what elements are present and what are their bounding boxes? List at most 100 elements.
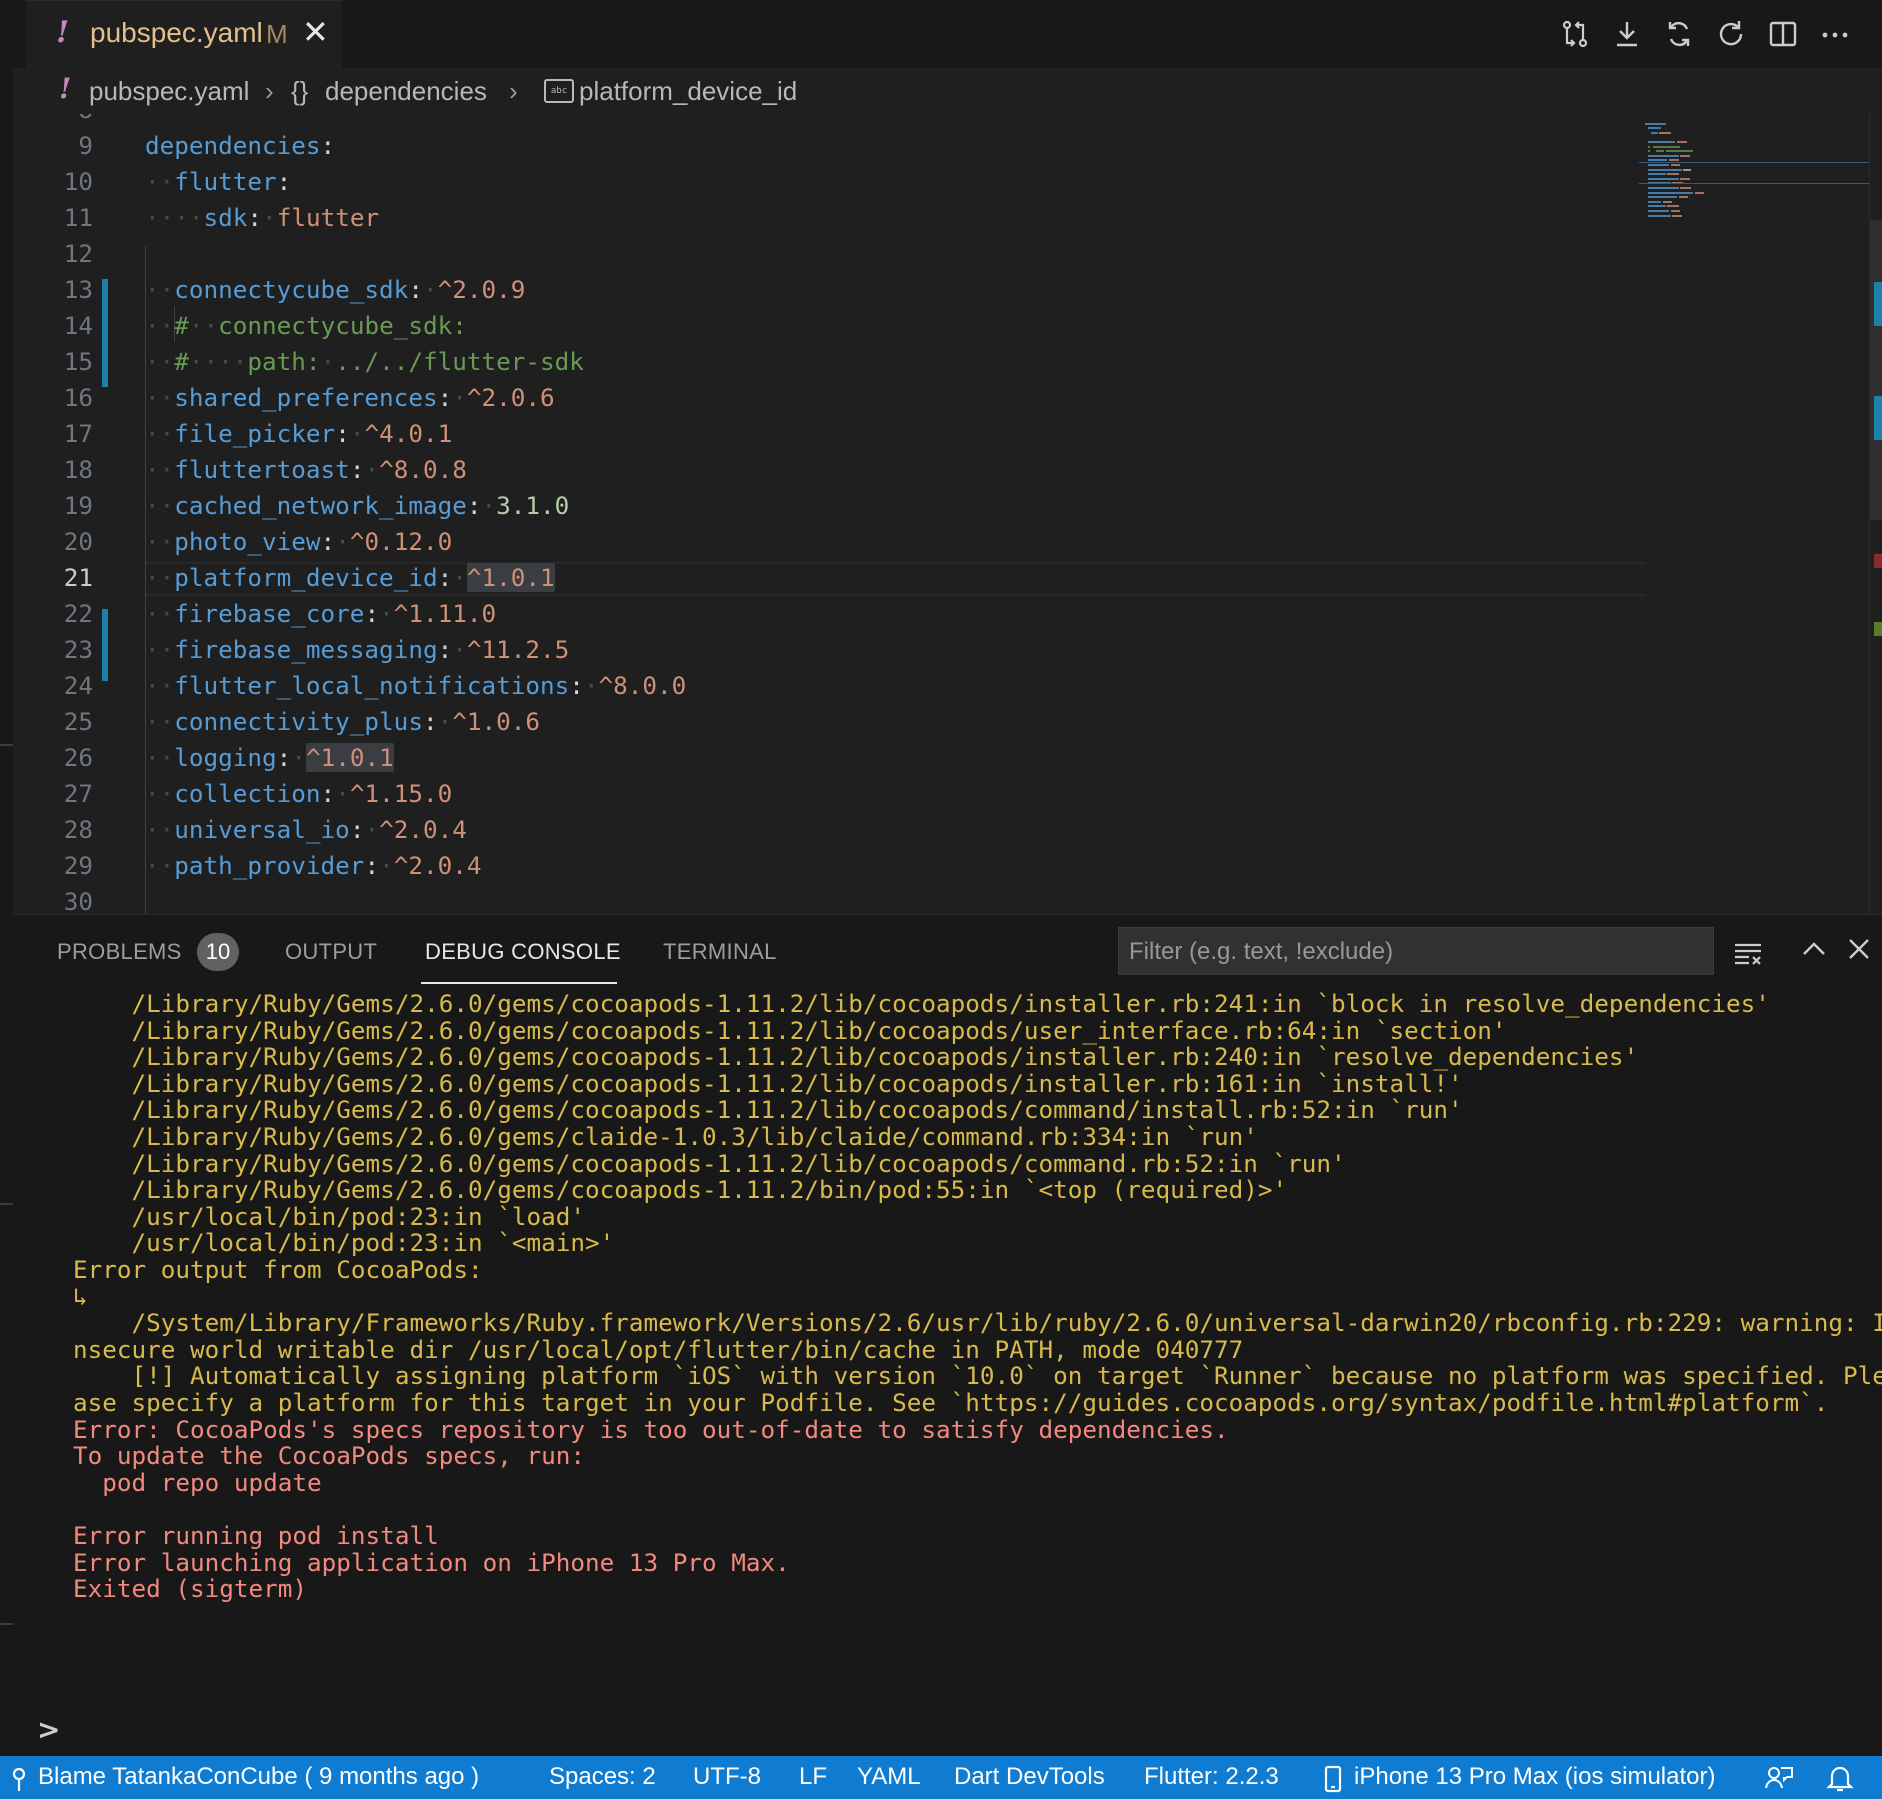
code-token: · <box>452 383 467 412</box>
eol-setting[interactable]: LF <box>799 1763 827 1791</box>
code-token: ^1.0.1 <box>305 743 394 772</box>
code-token: : <box>437 635 453 664</box>
more-actions-icon[interactable] <box>1819 18 1851 50</box>
close-panel-icon[interactable] <box>1847 937 1871 961</box>
code-line[interactable]: 22 ··firebase_core:·^1.11.0 <box>13 594 1633 630</box>
code-line[interactable]: 19 ··cached_network_image:·3.1.0 <box>13 486 1633 522</box>
line-number: 18 <box>63 455 93 484</box>
code-line[interactable]: 13 ··connectycube_sdk:·^2.0.9 <box>13 270 1633 306</box>
code-token: : <box>335 419 350 448</box>
console-line: /usr/local/bin/pod:23:in `load' <box>73 1201 585 1231</box>
code-line[interactable]: 10 ··flutter: <box>13 162 1633 198</box>
breadcrumb-file[interactable]: pubspec.yaml <box>89 76 249 107</box>
code-line[interactable]: 9 dependencies: <box>13 126 1633 162</box>
minimap[interactable] <box>1639 114 1869 914</box>
console-line: ase specify a platform for this target i… <box>73 1388 1829 1417</box>
maximize-panel-icon[interactable] <box>1801 939 1827 961</box>
debug-console-output[interactable]: /Library/Ruby/Gems/2.6.0/gems/cocoapods-… <box>13 985 1882 1695</box>
code-line[interactable]: 12 <box>13 234 1633 270</box>
code-line[interactable]: 18 ··fluttertoast:·^8.0.8 <box>13 450 1633 486</box>
code-line[interactable]: 28 ··universal_io:·^2.0.4 <box>13 810 1633 846</box>
sync-icon[interactable] <box>1663 18 1695 50</box>
editor-scrollbar[interactable] <box>1869 114 1882 914</box>
line-code: ····sdk:·flutter <box>145 203 379 232</box>
filter-input[interactable]: Filter (e.g. text, !exclude) <box>1118 927 1714 975</box>
code-token: : <box>422 707 438 736</box>
dart-devtools-button[interactable]: Dart DevTools <box>954 1763 1105 1791</box>
feedback-icon[interactable] <box>1764 1764 1794 1792</box>
tab-problems[interactable]: PROBLEMS <box>57 939 182 965</box>
code-token: ·· <box>145 491 175 520</box>
line-code: ··fluttertoast:·^8.0.8 <box>145 455 467 484</box>
code-line[interactable]: 20 ··photo_view:·^0.12.0 <box>13 522 1633 558</box>
code-line[interactable]: 29 ··path_provider:·^2.0.4 <box>13 846 1633 882</box>
code-token: : <box>364 599 380 628</box>
code-token: : <box>437 383 453 412</box>
code-line[interactable]: 27 ··collection:·^1.15.0 <box>13 774 1633 810</box>
code-token: ../../flutter-sdk <box>335 347 584 376</box>
code-token: ···· <box>145 203 204 232</box>
console-line: pod repo update <box>73 1467 322 1497</box>
code-token: · <box>452 563 467 592</box>
clear-console-icon[interactable] <box>1733 939 1763 967</box>
line-code: ··firebase_core:·^1.11.0 <box>145 599 496 628</box>
line-code: ··connectivity_plus:·^1.0.6 <box>145 707 540 736</box>
status-bar: Blame TatankaConCube ( 9 months ago ) Sp… <box>0 1756 1882 1799</box>
code-line[interactable]: 16 ··shared_preferences:·^2.0.6 <box>13 378 1633 414</box>
line-number: 24 <box>63 671 93 700</box>
active-tab-indicator <box>421 982 617 984</box>
code-line[interactable]: 11 ····sdk:·flutter <box>13 198 1633 234</box>
flutter-version[interactable]: Flutter: 2.2.3 <box>1144 1763 1279 1791</box>
code-line[interactable]: 21 ··platform_device_id:·^1.0.1 <box>13 558 1633 594</box>
tab-terminal[interactable]: TERMINAL <box>663 939 777 965</box>
code-token: : <box>466 491 482 520</box>
notifications-bell-icon[interactable] <box>1826 1763 1854 1793</box>
code-token: connectivity_plus <box>174 707 423 736</box>
tab-output[interactable]: OUTPUT <box>285 939 377 965</box>
line-code: dependencies: <box>145 131 335 160</box>
breadcrumb-section[interactable]: dependencies <box>325 76 487 107</box>
console-line: Error running pod install <box>73 1521 439 1550</box>
download-icon[interactable] <box>1611 18 1643 50</box>
code-line[interactable]: 14 ··#··connectycube_sdk: <box>13 306 1633 342</box>
console-line: /usr/local/bin/pod:23:in `<main>' <box>73 1228 615 1258</box>
code-line[interactable]: 15 ··#····path:·../../flutter-sdk <box>13 342 1633 378</box>
compare-changes-icon[interactable] <box>1559 18 1591 50</box>
code-token: flutter <box>276 203 380 232</box>
line-code: ··platform_device_id:·^1.0.1 <box>145 563 555 592</box>
code-token: ^1.11.0 <box>393 599 497 628</box>
code-line[interactable]: 23 ··firebase_messaging:·^11.2.5 <box>13 630 1633 666</box>
code-line[interactable]: 17 ··file_picker:·^4.0.1 <box>13 414 1633 450</box>
indentation-setting[interactable]: Spaces: 2 <box>549 1763 656 1791</box>
console-line: Error: CocoaPods's specs repository is t… <box>73 1414 1229 1444</box>
code-line[interactable]: 30 <box>13 882 1633 914</box>
tab-debug-console[interactable]: DEBUG CONSOLE <box>425 939 621 965</box>
line-number: 22 <box>63 599 93 628</box>
code-line[interactable]: 8 <box>13 114 1633 126</box>
breadcrumb-key[interactable]: platform_device_id <box>579 76 797 107</box>
editor-tab-pubspec[interactable]: ! pubspec.yaml M ✕ <box>26 0 342 68</box>
code-editor[interactable]: 89dependencies:10··flutter:11····sdk:·fl… <box>13 114 1882 914</box>
line-code: ··file_picker:·^4.0.1 <box>145 419 452 448</box>
device-selector[interactable]: iPhone 13 Pro Max (ios simulator) <box>1354 1763 1715 1791</box>
language-mode[interactable]: YAML <box>857 1763 921 1791</box>
code-token: path: <box>247 347 321 376</box>
console-prompt-chevron[interactable]: > <box>37 1713 60 1746</box>
split-editor-icon[interactable] <box>1767 18 1799 50</box>
git-blame[interactable]: Blame TatankaConCube ( 9 months ago ) <box>38 1763 479 1791</box>
encoding-setting[interactable]: UTF-8 <box>693 1763 761 1791</box>
console-line: /Library/Ruby/Gems/2.6.0/gems/cocoapods-… <box>73 1095 1463 1125</box>
refresh-icon[interactable] <box>1715 18 1747 50</box>
code-token: · <box>335 527 350 556</box>
breadcrumb: ! pubspec.yaml › {} dependencies › abc p… <box>13 68 1882 114</box>
code-token: ·· <box>145 743 175 772</box>
close-icon[interactable]: ✕ <box>302 13 329 51</box>
code-token: ·· <box>145 851 175 880</box>
code-line[interactable]: 25 ··connectivity_plus:·^1.0.6 <box>13 702 1633 738</box>
code-line[interactable]: 24 ··flutter_local_notifications:·^8.0.0 <box>13 666 1633 702</box>
code-token: ^0.12.0 <box>349 527 453 556</box>
code-token: ·· <box>145 563 175 592</box>
code-line[interactable]: 26 ··logging:·^1.0.1 <box>13 738 1633 774</box>
console-line: [!] Automatically assigning platform `iO… <box>73 1361 1882 1391</box>
chevron-right-icon: › <box>509 76 518 106</box>
